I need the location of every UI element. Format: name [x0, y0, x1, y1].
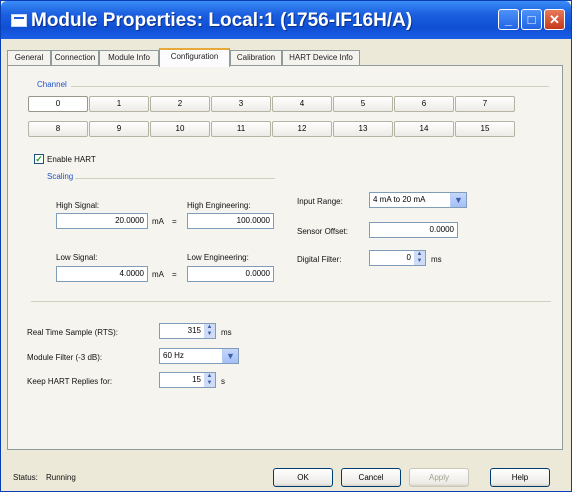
rts-spinner[interactable]: ▲ ▼	[204, 324, 215, 338]
channel-button-1[interactable]: 1	[89, 96, 149, 112]
channel-group-divider	[71, 86, 549, 87]
keep-hart-label: Keep HART Replies for:	[27, 377, 113, 386]
spin-down-icon[interactable]: ▼	[414, 258, 425, 265]
channel-button-5[interactable]: 5	[333, 96, 393, 112]
keep-hart-spinner[interactable]: ▲ ▼	[204, 373, 215, 387]
low-engineering-field[interactable]: 0.0000	[187, 266, 274, 282]
digital-filter-label: Digital Filter:	[297, 255, 342, 264]
channel-button-0[interactable]: 0	[28, 96, 88, 112]
channel-button-12[interactable]: 12	[272, 121, 332, 137]
chevron-down-icon[interactable]: ▼	[450, 193, 466, 207]
rts-field[interactable]: 315 ▲ ▼	[159, 323, 216, 339]
high-engineering-field[interactable]: 100.0000	[187, 213, 274, 229]
low-signal-field[interactable]: 4.0000	[56, 266, 148, 282]
channel-button-15[interactable]: 15	[455, 121, 515, 137]
module-filter-select[interactable]: 60 Hz ▼	[159, 348, 239, 364]
channel-button-9[interactable]: 9	[89, 121, 149, 137]
high-signal-unit: mA	[152, 217, 164, 226]
channel-button-10[interactable]: 10	[150, 121, 210, 137]
channel-button-11[interactable]: 11	[211, 121, 271, 137]
tab-configuration[interactable]: Configuration	[159, 48, 230, 67]
digital-filter-field[interactable]: 0 ▲ ▼	[369, 250, 426, 266]
apply-button[interactable]: Apply	[409, 468, 469, 487]
window-title: Module Properties: Local:1 (1756-IF16H/A…	[31, 10, 413, 31]
section-divider	[31, 301, 551, 302]
digital-filter-spinner[interactable]: ▲ ▼	[414, 251, 425, 265]
rts-value: 315	[187, 326, 201, 335]
close-button[interactable]: ✕	[544, 9, 565, 30]
keep-hart-value: 15	[192, 375, 201, 384]
enable-hart-label: Enable HART	[47, 155, 96, 164]
module-filter-label: Module Filter (-3 dB):	[27, 353, 103, 362]
tab-connection[interactable]: Connection	[51, 50, 99, 66]
spin-up-icon[interactable]: ▲	[204, 373, 215, 380]
tab-hart-device-info[interactable]: HART Device Info	[282, 50, 360, 66]
module-filter-value: 60 Hz	[163, 351, 184, 360]
high-signal-label: High Signal:	[56, 201, 100, 210]
input-range-label: Input Range:	[297, 197, 343, 206]
digital-filter-unit: ms	[431, 255, 442, 264]
channel-button-14[interactable]: 14	[394, 121, 454, 137]
spin-up-icon[interactable]: ▲	[414, 251, 425, 258]
input-range-select[interactable]: 4 mA to 20 mA ▼	[369, 192, 467, 208]
status-value: Running	[46, 473, 76, 482]
low-signal-label: Low Signal:	[56, 253, 98, 262]
channel-button-4[interactable]: 4	[272, 96, 332, 112]
scaling-group-divider	[75, 178, 275, 179]
tab-general[interactable]: General	[7, 50, 51, 66]
high-equals-sign: =	[172, 217, 177, 226]
channel-button-6[interactable]: 6	[394, 96, 454, 112]
keep-hart-unit: s	[221, 377, 225, 386]
channel-button-8[interactable]: 8	[28, 121, 88, 137]
spin-down-icon[interactable]: ▼	[204, 380, 215, 387]
channel-button-7[interactable]: 7	[455, 96, 515, 112]
sensor-offset-label: Sensor Offset:	[297, 227, 348, 236]
cancel-button[interactable]: Cancel	[341, 468, 401, 487]
module-properties-window: Module Properties: Local:1 (1756-IF16H/A…	[0, 0, 572, 492]
tab-module-info[interactable]: Module Info	[99, 50, 159, 66]
tab-calibration[interactable]: Calibration	[230, 50, 282, 66]
maximize-button[interactable]: □	[521, 9, 542, 30]
digital-filter-value: 0	[406, 253, 411, 262]
low-engineering-label: Low Engineering:	[187, 253, 249, 262]
channel-button-13[interactable]: 13	[333, 121, 393, 137]
scaling-group-label: Scaling	[47, 172, 74, 181]
channel-button-2[interactable]: 2	[150, 96, 210, 112]
spin-down-icon[interactable]: ▼	[204, 331, 215, 338]
enable-hart-checkbox[interactable]: ✓	[34, 154, 44, 164]
high-engineering-label: High Engineering:	[187, 201, 251, 210]
ok-button[interactable]: OK	[273, 468, 333, 487]
chevron-down-icon[interactable]: ▼	[222, 349, 238, 363]
input-range-value: 4 mA to 20 mA	[373, 195, 426, 204]
low-equals-sign: =	[172, 270, 177, 279]
channel-button-3[interactable]: 3	[211, 96, 271, 112]
rts-unit: ms	[221, 328, 232, 337]
status-label: Status:	[13, 473, 38, 482]
minimize-button[interactable]: _	[498, 9, 519, 30]
spin-up-icon[interactable]: ▲	[204, 324, 215, 331]
title-bar[interactable]: Module Properties: Local:1 (1756-IF16H/A…	[1, 1, 571, 39]
sensor-offset-field[interactable]: 0.0000	[369, 222, 458, 238]
rts-label: Real Time Sample (RTS):	[27, 328, 118, 337]
keep-hart-field[interactable]: 15 ▲ ▼	[159, 372, 216, 388]
window-icon	[11, 14, 27, 27]
low-signal-unit: mA	[152, 270, 164, 279]
channel-group-label: Channel	[37, 80, 67, 89]
help-button[interactable]: Help	[490, 468, 550, 487]
high-signal-field[interactable]: 20.0000	[56, 213, 148, 229]
